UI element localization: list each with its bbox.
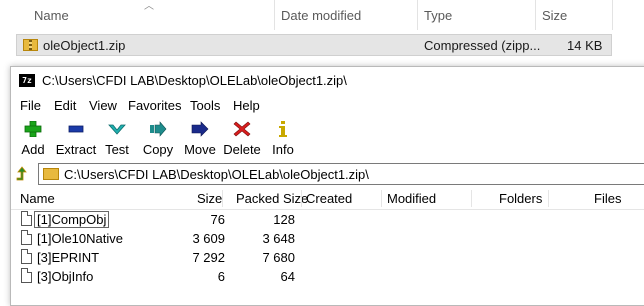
info-label: Info	[272, 142, 294, 157]
col-packed-size[interactable]: Packed Size	[236, 191, 308, 206]
file-name: [3]EPRINT	[37, 250, 100, 265]
menu-view[interactable]: View	[89, 98, 117, 113]
move-arrow-icon	[191, 121, 209, 137]
table-row[interactable]: [3]EPRINT 7 292 7 680	[11, 248, 644, 267]
delete-x-icon	[233, 121, 251, 137]
file-size: 7 292	[192, 250, 225, 265]
file-packed-size: 64	[280, 269, 295, 284]
plus-icon	[24, 121, 42, 137]
extract-button[interactable]: Extract	[53, 119, 99, 159]
explorer-file-row[interactable]: oleObject1.zip Compressed (zipp... 14 KB	[16, 34, 612, 56]
col-modified[interactable]: Modified	[387, 191, 436, 206]
menu-file[interactable]: File	[20, 98, 41, 113]
address-field[interactable]: C:\Users\CFDI LAB\Desktop\OLELab\oleObje…	[38, 163, 644, 185]
col-name[interactable]: Name	[20, 191, 55, 206]
col-created[interactable]: Created	[306, 191, 352, 206]
extract-label: Extract	[55, 142, 97, 157]
file-packed-size: 3 648	[262, 231, 295, 246]
file-name: [1]CompObj	[33, 211, 110, 228]
file-size: 6	[217, 269, 225, 284]
file-icon	[21, 249, 32, 264]
7zip-window: 7z C:\Users\CFDI LAB\Desktop\OLELab\oleO…	[10, 66, 644, 306]
up-folder-icon[interactable]	[15, 166, 31, 182]
toolbar: Add Extract Test Copy Move Delete Info	[11, 117, 644, 161]
file-packed-size: 128	[273, 212, 295, 227]
file-size: 3 609	[192, 231, 225, 246]
copy-button[interactable]: Copy	[139, 119, 177, 159]
column-divider[interactable]	[417, 0, 418, 30]
file-packed-size: 7 680	[262, 250, 295, 265]
sort-up-icon: ︿	[144, 1, 154, 12]
7zip-app-icon[interactable]: 7z	[19, 74, 35, 87]
col-folders[interactable]: Folders	[499, 191, 542, 206]
file-name: [3]ObjInfo	[37, 269, 94, 284]
explorer-file-type: Compressed (zipp...	[424, 38, 541, 53]
move-label: Move	[184, 142, 216, 157]
file-name: [1]Ole10Native	[37, 231, 123, 246]
file-icon	[21, 268, 32, 283]
info-button[interactable]: Info	[265, 119, 301, 159]
address-bar: C:\Users\CFDI LAB\Desktop\OLELab\oleObje…	[11, 163, 644, 185]
table-row[interactable]: [3]ObjInfo 6 64	[11, 267, 644, 286]
col-size[interactable]: Size	[197, 191, 222, 206]
file-icon	[21, 211, 32, 226]
title-bar[interactable]: 7z C:\Users\CFDI LAB\Desktop\OLELab\oleO…	[11, 67, 644, 95]
table-row[interactable]: [1]Ole10Native 3 609 3 648	[11, 229, 644, 248]
column-divider[interactable]	[274, 0, 275, 30]
column-divider[interactable]	[301, 190, 302, 207]
zip-folder-icon	[43, 168, 59, 180]
menu-help[interactable]: Help	[233, 98, 260, 113]
explorer-col-type[interactable]: Type	[424, 8, 452, 23]
explorer-col-name[interactable]: Name	[34, 8, 69, 23]
table-row[interactable]: [1]CompObj 76 128	[11, 210, 644, 229]
move-button[interactable]: Move	[181, 119, 219, 159]
zip-folder-icon	[23, 39, 38, 51]
explorer-column-header: ︿ Name Date modified Type Size	[0, 0, 644, 30]
explorer-col-date-modified[interactable]: Date modified	[281, 8, 361, 23]
file-list-header: Name Size Packed Size Created Modified F…	[11, 188, 644, 210]
delete-label: Delete	[223, 142, 261, 157]
explorer-file-size: 14 KB	[567, 38, 603, 53]
menu-bar: File Edit View Favorites Tools Help	[11, 95, 644, 117]
copy-label: Copy	[142, 142, 174, 157]
add-button[interactable]: Add	[15, 119, 51, 159]
add-label: Add	[21, 142, 45, 157]
file-size: 76	[210, 212, 225, 227]
column-divider[interactable]	[548, 190, 549, 207]
explorer-col-size[interactable]: Size	[542, 8, 567, 23]
delete-button[interactable]: Delete	[221, 119, 263, 159]
column-divider[interactable]	[381, 190, 382, 207]
window-title: C:\Users\CFDI LAB\Desktop\OLELab\oleObje…	[42, 73, 347, 88]
menu-tools[interactable]: Tools	[190, 98, 220, 113]
test-label: Test	[105, 142, 129, 157]
file-icon	[21, 230, 32, 245]
address-path: C:\Users\CFDI LAB\Desktop\OLELab\oleObje…	[64, 167, 369, 182]
column-divider[interactable]	[612, 0, 613, 30]
check-icon	[108, 124, 126, 135]
menu-favorites[interactable]: Favorites	[128, 98, 181, 113]
column-divider[interactable]	[535, 0, 536, 30]
test-button[interactable]: Test	[99, 119, 135, 159]
explorer-file-name: oleObject1.zip	[43, 38, 126, 53]
menu-edit[interactable]: Edit	[54, 98, 76, 113]
info-icon	[279, 121, 287, 137]
minus-icon	[68, 125, 84, 133]
column-divider[interactable]	[471, 190, 472, 207]
col-files[interactable]: Files	[594, 191, 621, 206]
copy-arrow-icon	[150, 121, 167, 137]
